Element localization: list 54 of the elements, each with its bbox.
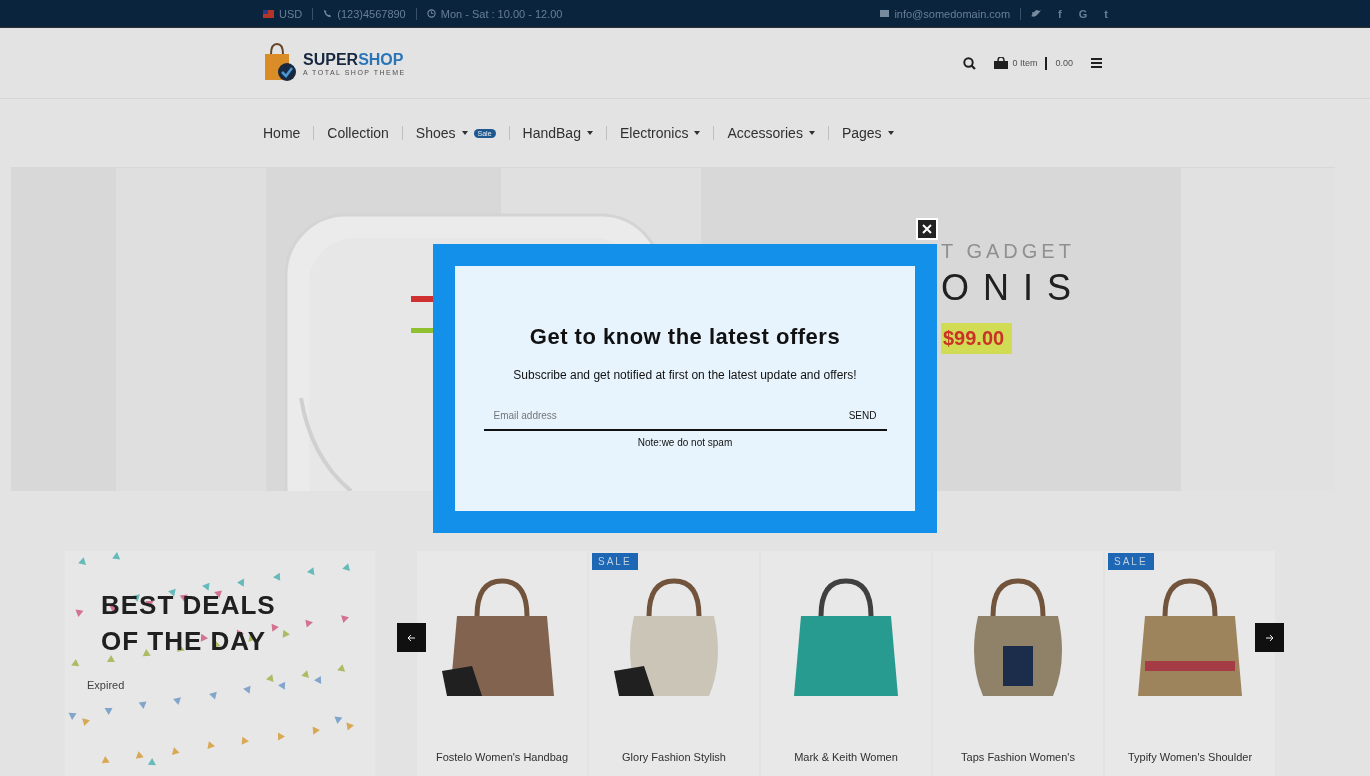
hero-price: $99.00 xyxy=(941,323,1013,354)
product-name[interactable]: Glory Fashion Stylish xyxy=(622,751,726,763)
previous-button[interactable] xyxy=(397,623,426,652)
email-field[interactable]: Email address xyxy=(483,402,839,429)
popup-text: Subscribe and get notified at first on the latest update and offers! xyxy=(513,368,857,382)
shopping-bag-icon xyxy=(263,42,299,84)
product-name[interactable]: Fostelo Women's Handbag xyxy=(435,751,569,763)
popup-note: Note:we do not spam xyxy=(637,437,733,448)
nav-link[interactable]: Collection xyxy=(327,125,389,141)
arrow-right-icon xyxy=(1265,633,1274,642)
phone-icon xyxy=(323,9,333,18)
email-link[interactable]: info@somedomain.com xyxy=(894,7,1011,20)
search-icon[interactable] xyxy=(963,56,977,70)
phone-number: (123)4567890 xyxy=(337,7,406,20)
popup-title: Get to know the latest offers xyxy=(529,324,841,350)
opening-hours: Mon - Sat : 10.00 - 12.00 xyxy=(440,7,563,20)
nav-link[interactable]: HandBag xyxy=(522,125,581,141)
hero-title: ONIS xyxy=(941,267,1085,309)
nav-link[interactable]: Shoes xyxy=(415,125,456,141)
arrow-left-icon xyxy=(407,633,416,642)
sale-badge: SALE xyxy=(1108,553,1154,570)
hero-subtitle: T GADGET xyxy=(941,240,1075,263)
shopping-bag-icon[interactable] xyxy=(994,57,1009,69)
product-card[interactable]: Mark & Keith Women xyxy=(761,551,931,776)
nav-link[interactable]: Accessories xyxy=(727,125,803,141)
logo-text[interactable]: SUPERSHOP xyxy=(303,50,406,69)
mail-icon xyxy=(880,10,890,17)
product-card[interactable]: Fostelo Women's Handbag xyxy=(417,551,587,776)
close-button[interactable] xyxy=(916,218,938,240)
close-icon xyxy=(921,223,933,235)
cart-count[interactable]: 0 Item xyxy=(1012,58,1038,68)
product-name[interactable]: Taps Fashion Women's xyxy=(961,751,1075,763)
social-link[interactable]: G xyxy=(1078,7,1088,20)
social-link[interactable]: t xyxy=(1104,7,1108,20)
bird-icon[interactable] xyxy=(1031,9,1042,18)
product-name[interactable]: Typify Women's Shoulder xyxy=(1127,751,1253,763)
sale-badge: SALE xyxy=(592,553,638,570)
clock-icon xyxy=(426,9,436,18)
nav-link[interactable]: Electronics xyxy=(619,125,689,141)
deals-title: OF THE DAY xyxy=(101,625,267,658)
social-link[interactable]: f xyxy=(1058,7,1062,20)
flag-icon xyxy=(263,9,274,18)
product-card[interactable]: SALE Glory Fashion Stylish xyxy=(589,551,759,776)
product-card[interactable]: Taps Fashion Women's xyxy=(933,551,1103,776)
deal-status: Expired xyxy=(87,679,125,691)
currency-selector[interactable]: USD xyxy=(279,7,303,20)
menu-icon[interactable] xyxy=(1091,58,1102,68)
nav-link[interactable]: Home xyxy=(263,125,301,141)
cart-total[interactable]: 0.00 xyxy=(1055,58,1073,68)
next-button[interactable] xyxy=(1255,623,1284,652)
product-card[interactable]: SALE Typify Women's Shoulder xyxy=(1105,551,1275,776)
nav-link[interactable]: Pages xyxy=(841,125,882,141)
product-name[interactable]: Mark & Keith Women xyxy=(794,751,898,763)
send-button[interactable]: SEND xyxy=(838,402,887,429)
